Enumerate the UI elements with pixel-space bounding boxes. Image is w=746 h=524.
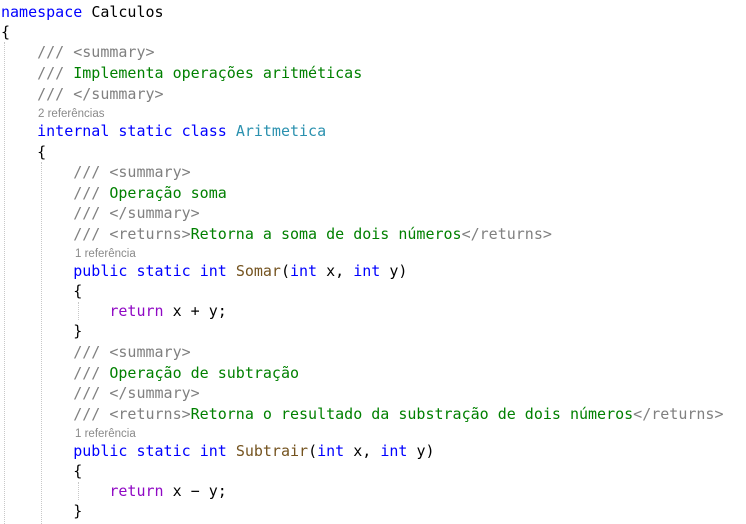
code-line-doc-text[interactable]: /// Operação soma: [1, 183, 227, 203]
keyword-return: return: [109, 482, 164, 500]
code-line-doc-summary-close[interactable]: /// </summary>: [1, 383, 200, 403]
close-brace: }: [73, 322, 83, 340]
operator: −: [190, 482, 200, 500]
keyword-int: int: [199, 262, 227, 280]
code-line-brace[interactable]: {: [1, 142, 46, 162]
code-line-doc-summary-close[interactable]: /// </summary>: [1, 203, 200, 223]
codelens-references[interactable]: 2 referências: [38, 107, 104, 121]
doc-prefix: ///: [73, 184, 101, 202]
doc-summary-open-tag: <summary>: [73, 43, 155, 61]
method-name: Somar: [235, 262, 281, 280]
code-line-return[interactable]: return x + y;: [1, 301, 227, 321]
keyword-public: public: [73, 262, 128, 280]
method-name: Subtrair: [235, 442, 309, 460]
open-brace: {: [1, 23, 11, 41]
doc-returns-close-tag: </returns>: [461, 225, 552, 243]
code-line-doc-summary-close[interactable]: /// </summary>: [1, 84, 164, 104]
class-doc-text: Implementa operações aritméticas: [73, 64, 363, 82]
code-editor[interactable]: namespace Calculos { /// <summary> /// I…: [0, 0, 746, 524]
doc-prefix: ///: [73, 343, 101, 361]
param-name: x: [326, 262, 336, 280]
operator: +: [190, 302, 200, 320]
keyword-int: int: [199, 442, 227, 460]
doc-summary-close-tag: </summary>: [73, 85, 164, 103]
expression-operand: x: [172, 302, 182, 320]
code-line-method-signature[interactable]: public static int Somar(int x, int y): [1, 261, 407, 281]
doc-prefix: ///: [73, 405, 101, 423]
namespace-name: Calculos: [91, 3, 164, 21]
keyword-namespace: namespace: [1, 3, 83, 21]
doc-prefix: ///: [73, 364, 101, 382]
method-summary-text: Operação soma: [109, 184, 227, 202]
doc-summary-open-tag: <summary>: [109, 163, 191, 181]
doc-prefix: ///: [73, 384, 101, 402]
codelens-references[interactable]: 1 referência: [75, 247, 136, 261]
method-summary-text: Operação de subtração: [109, 364, 300, 382]
code-line-doc-text[interactable]: /// Operação de subtração: [1, 363, 299, 383]
code-line-brace[interactable]: }: [1, 501, 82, 521]
codelens-references[interactable]: 1 referência: [75, 427, 136, 441]
doc-prefix: ///: [73, 204, 101, 222]
open-brace: {: [73, 282, 83, 300]
doc-prefix: ///: [73, 163, 101, 181]
code-line-doc-summary[interactable]: /// <summary>: [1, 162, 191, 182]
expression-operand: y;: [208, 482, 227, 500]
close-brace: }: [73, 502, 83, 520]
doc-prefix: ///: [37, 64, 65, 82]
doc-prefix: ///: [37, 85, 65, 103]
code-line-namespace[interactable]: namespace Calculos: [1, 2, 164, 22]
doc-summary-close-tag: </summary>: [109, 204, 200, 222]
keyword-int: int: [353, 262, 381, 280]
code-line-doc-returns[interactable]: /// <returns>Retorna o resultado da subs…: [1, 404, 723, 424]
doc-returns-close-tag: </returns>: [633, 405, 724, 423]
code-line-doc-summary[interactable]: /// <summary>: [1, 342, 191, 362]
keyword-public: public: [73, 442, 128, 460]
code-line-brace[interactable]: {: [1, 461, 82, 481]
open-brace: {: [37, 143, 47, 161]
method-returns-text: Retorna a soma de dois números: [190, 225, 462, 243]
doc-summary-close-tag: </summary>: [109, 384, 200, 402]
code-line-class-declaration[interactable]: internal static class Aritmetica: [1, 121, 326, 141]
keyword-int: int: [317, 442, 345, 460]
keyword-class: class: [181, 122, 227, 140]
code-line-method-signature[interactable]: public static int Subtrair(int x, int y): [1, 441, 434, 461]
keyword-int: int: [290, 262, 318, 280]
doc-returns-open-tag: <returns>: [109, 225, 191, 243]
keyword-internal: internal: [37, 122, 110, 140]
method-returns-text: Retorna o resultado da substração de doi…: [190, 405, 634, 423]
doc-summary-open-tag: <summary>: [109, 343, 191, 361]
code-line-doc-text[interactable]: /// Implementa operações aritméticas: [1, 63, 362, 83]
open-brace: {: [73, 462, 83, 480]
code-line-doc-returns[interactable]: /// <returns>Retorna a soma de dois núme…: [1, 224, 552, 244]
doc-returns-open-tag: <returns>: [109, 405, 191, 423]
code-line-return[interactable]: return x − y;: [1, 481, 227, 501]
expression-operand: x: [172, 482, 182, 500]
keyword-int: int: [380, 442, 408, 460]
keyword-static: static: [136, 262, 191, 280]
doc-prefix: ///: [73, 225, 101, 243]
keyword-return: return: [109, 302, 164, 320]
code-line-brace[interactable]: {: [1, 281, 82, 301]
param-name: x: [353, 442, 363, 460]
code-line-brace[interactable]: }: [1, 321, 82, 341]
code-line-doc-summary[interactable]: /// <summary>: [1, 42, 155, 62]
class-name: Aritmetica: [235, 122, 327, 140]
doc-prefix: ///: [37, 43, 65, 61]
code-line-brace[interactable]: {: [1, 22, 10, 42]
keyword-static: static: [118, 122, 173, 140]
keyword-static: static: [136, 442, 191, 460]
expression-operand: y;: [208, 302, 227, 320]
